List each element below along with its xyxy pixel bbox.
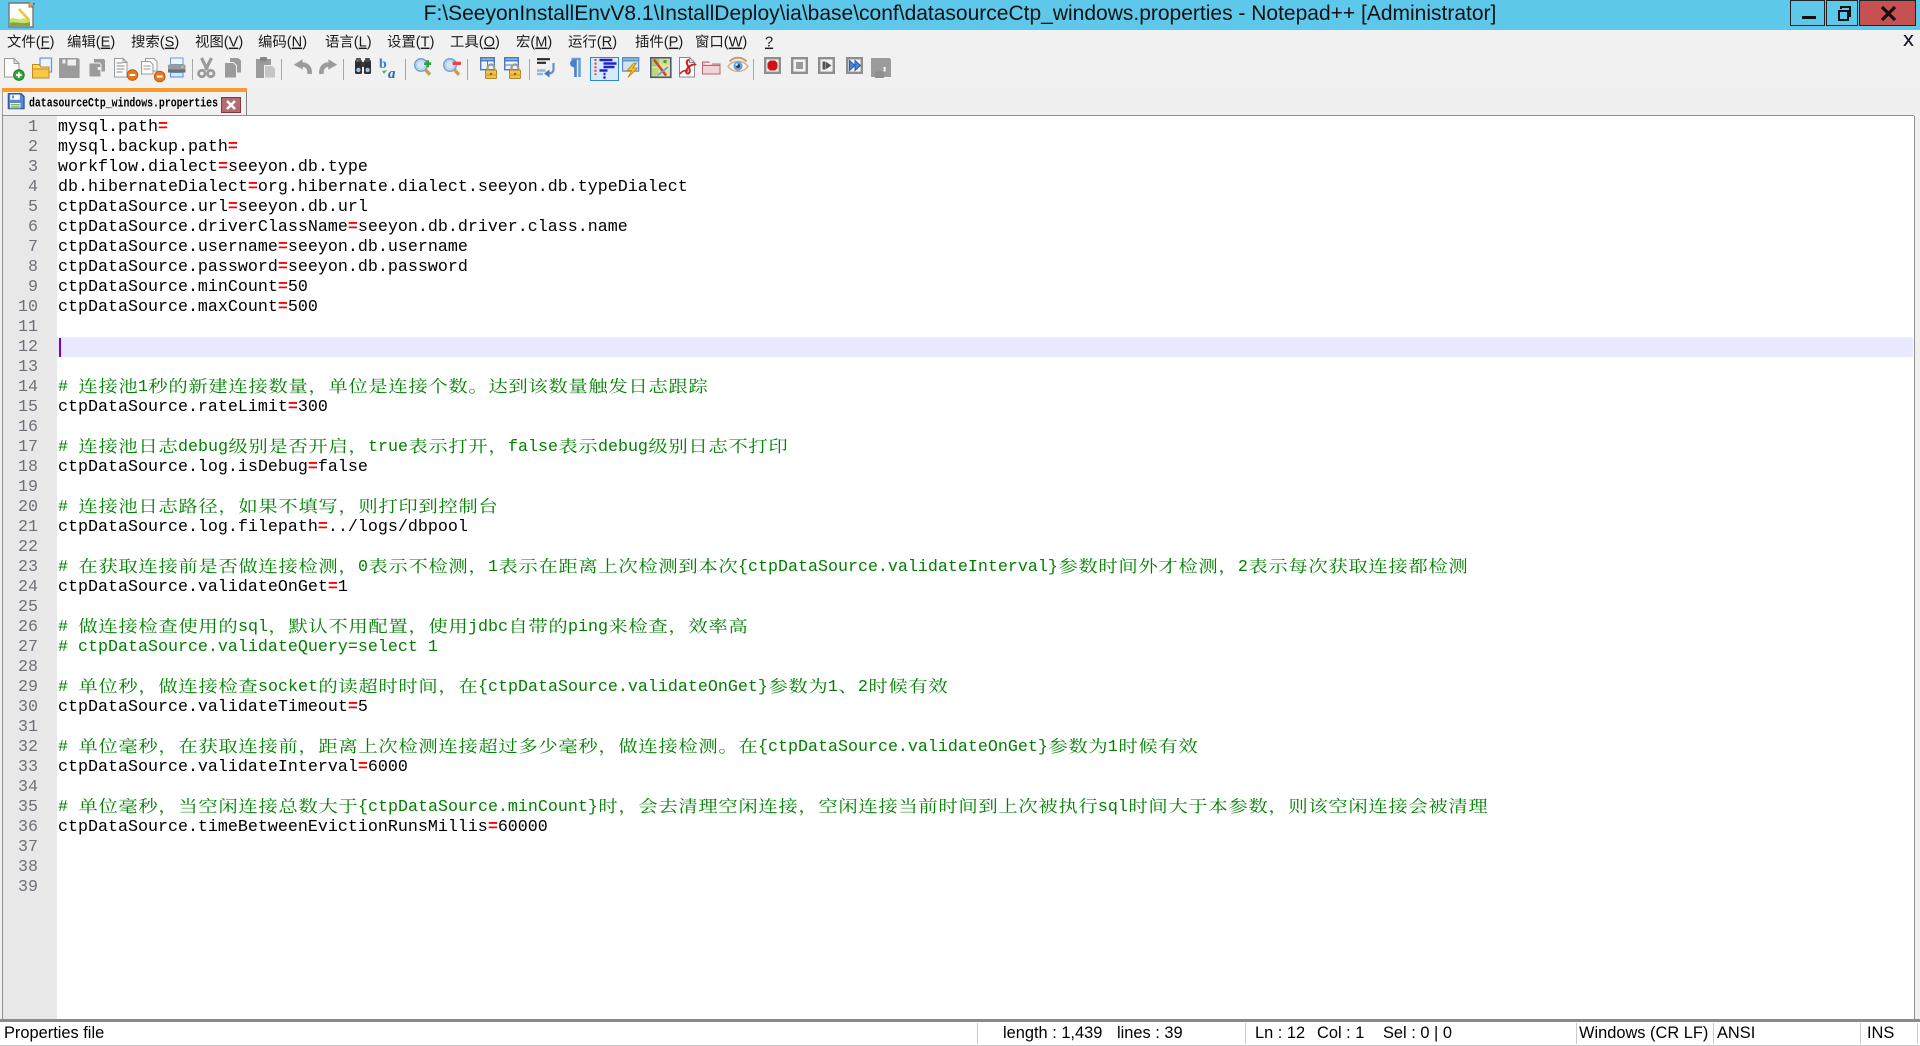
svg-text:(R): (R)	[597, 35, 617, 51]
svg-text:(M): (M)	[530, 35, 552, 51]
svg-text:?: ?	[765, 35, 773, 51]
svg-text:(O): (O)	[479, 35, 500, 51]
svg-text:a: a	[388, 66, 396, 82]
svg-text:b: b	[379, 57, 387, 72]
svg-text:(V): (V)	[224, 35, 243, 51]
svg-text:(W): (W)	[724, 35, 747, 51]
svg-text:(T): (T)	[415, 35, 434, 51]
svg-text:(S): (S)	[160, 35, 179, 51]
svg-text:datasourceCtp_windows.properti: datasourceCtp_windows.properties	[29, 95, 218, 110]
svg-text:(N): (N)	[287, 35, 307, 51]
svg-text:(P): (P)	[664, 35, 683, 51]
svg-text:(F): (F)	[36, 35, 55, 51]
svg-text:(E): (E)	[95, 35, 114, 51]
svg-text:(L): (L)	[354, 35, 372, 51]
